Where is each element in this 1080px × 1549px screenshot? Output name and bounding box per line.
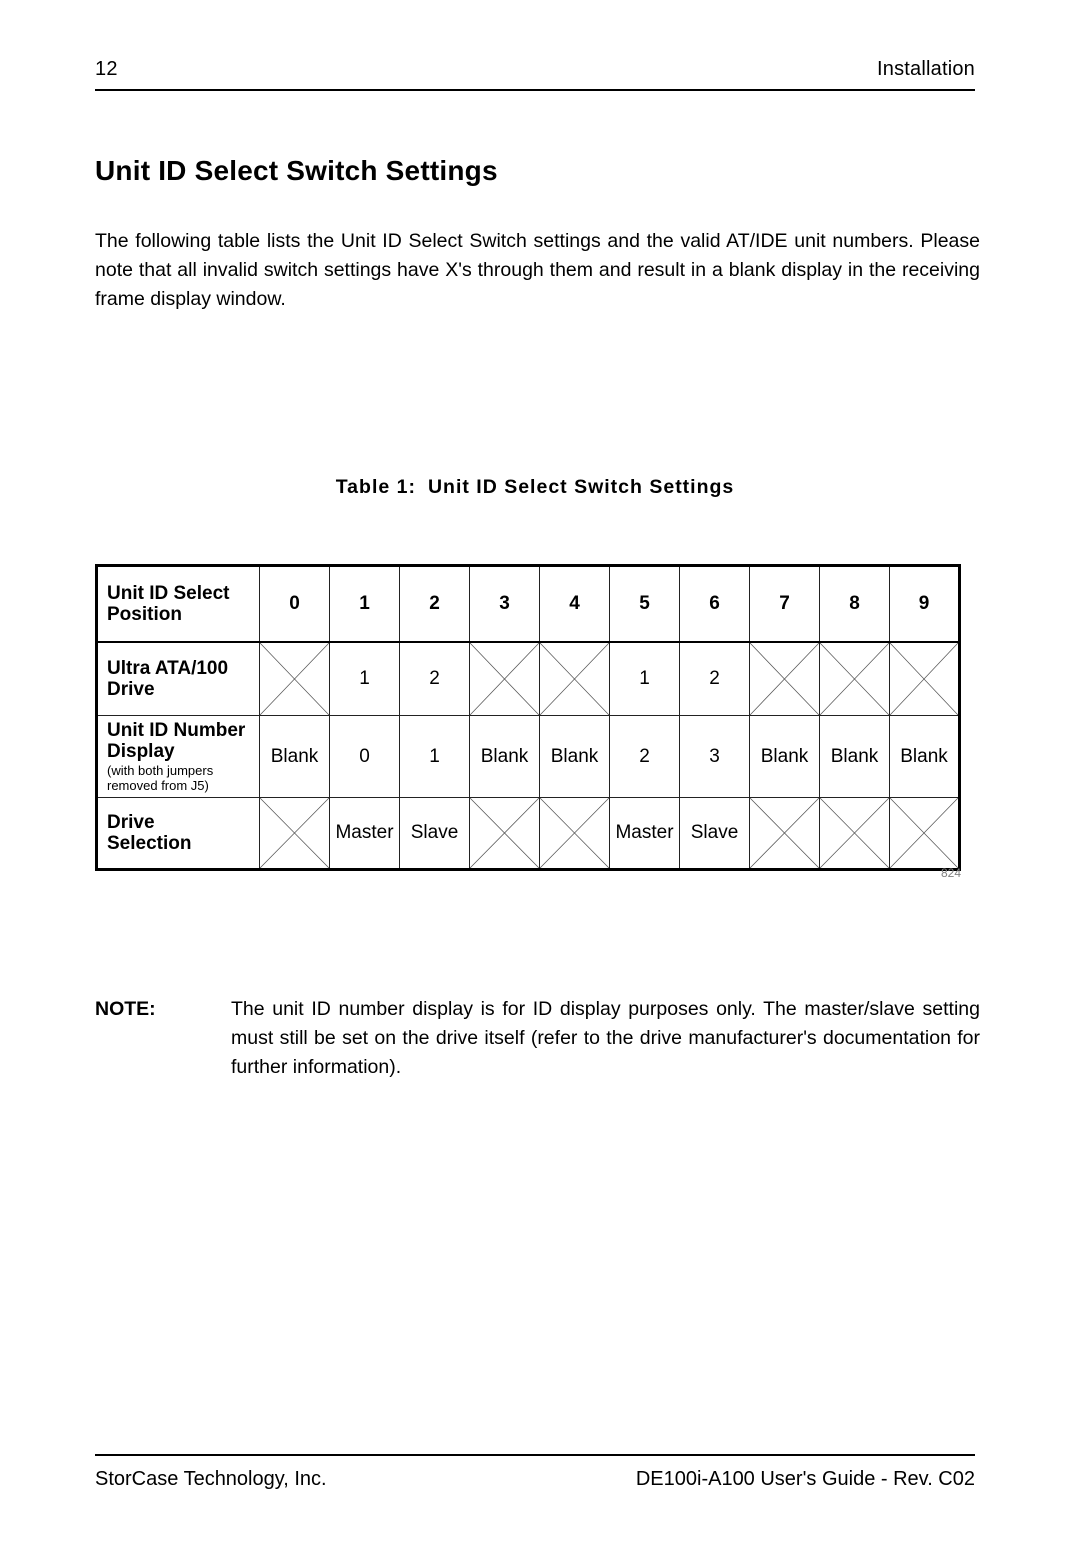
figure-reference-number: 824 [940,866,961,880]
cell-display-0: Blank [259,715,330,798]
row-header-ultra-ata-drive: Ultra ATA/100 Drive [95,641,260,716]
note-text: The unit ID number display is for ID dis… [231,998,980,1078]
document-page: 12 Installation Unit ID Select Switch Se… [0,0,1080,1549]
row-header-drive-selection: Drive Selection [95,797,260,871]
intro-paragraph: The following table lists the Unit ID Se… [95,230,980,310]
row-header-selection-line2: Selection [107,833,192,854]
note-label: NOTE: [95,998,156,1020]
cell-ata-7-invalid-x-icon [749,641,820,716]
footer-company: StorCase Technology, Inc. [95,1468,327,1490]
row-header-position: Unit ID Select Position [95,564,260,643]
footer-rule [95,1454,975,1456]
cell-display-6: 3 [679,715,750,798]
intro-paragraph-block: The following table lists the Unit ID Se… [95,227,980,314]
row-header-display-line1: Unit ID Number [107,720,246,741]
cell-ata-2: 2 [399,641,470,716]
table-row: Unit ID Number Display (with both jumper… [95,715,961,798]
row-header-display-sub-line2: removed from J5) [107,778,209,793]
table-caption-title: Unit ID Select Switch Settings [427,476,735,498]
note-block: NOTE: The unit ID number display is for … [95,995,980,1082]
footer-document: DE100i-A100 User's Guide - Rev. C02 [635,1468,975,1490]
page-footer: StorCase Technology, Inc. DE100i-A100 Us… [95,1454,975,1491]
header-section-name: Installation [876,58,975,80]
cell-selection-1: Master [329,797,400,871]
row-header-position-line2: Position [107,604,182,625]
row-header-selection-line1: Drive [107,812,155,833]
cell-display-2: 1 [399,715,470,798]
cell-ata-6: 2 [679,641,750,716]
cell-display-1: 0 [329,715,400,798]
cell-ata-3-invalid-x-icon [469,641,540,716]
column-header-3: 3 [469,564,540,643]
cell-ata-0-invalid-x-icon [259,641,330,716]
row-header-display-line2: Display [107,741,175,762]
cell-display-8: Blank [819,715,890,798]
column-header-2: 2 [399,564,470,643]
cell-selection-0-invalid-x-icon [259,797,330,871]
cell-selection-4-invalid-x-icon [539,797,610,871]
cell-ata-5: 1 [609,641,680,716]
cell-selection-5: Master [609,797,680,871]
header-rule [95,89,975,91]
cell-display-7: Blank [749,715,820,798]
column-header-9: 9 [889,564,961,643]
column-header-5: 5 [609,564,680,643]
column-header-6: 6 [679,564,750,643]
cell-ata-4-invalid-x-icon [539,641,610,716]
column-header-7: 7 [749,564,820,643]
column-header-4: 4 [539,564,610,643]
page-number: 12 [95,58,118,80]
row-header-display-subnote: (with both jumpers removed from J5) [107,763,253,793]
cell-selection-2: Slave [399,797,470,871]
cell-display-9: Blank [889,715,961,798]
cell-display-4: Blank [539,715,610,798]
cell-selection-7-invalid-x-icon [749,797,820,871]
row-header-display-sub-line1: (with both jumpers [107,763,214,778]
column-header-8: 8 [819,564,890,643]
column-header-1: 1 [329,564,400,643]
cell-ata-9-invalid-x-icon [889,641,961,716]
page-header: 12 Installation [95,58,975,91]
table-caption: Table 1: Unit ID Select Switch Settings [95,476,975,499]
cell-selection-3-invalid-x-icon [469,797,540,871]
row-header-ata-line1: Ultra ATA/100 [107,658,229,679]
cell-display-3: Blank [469,715,540,798]
row-header-unit-id-number-display: Unit ID Number Display (with both jumper… [95,715,260,798]
column-header-0: 0 [259,564,330,643]
cell-ata-8-invalid-x-icon [819,641,890,716]
unit-id-select-switch-table: Unit ID Select Position 0 1 2 3 4 5 6 7 … [95,564,961,871]
cell-selection-8-invalid-x-icon [819,797,890,871]
page-title: Unit ID Select Switch Settings [95,154,498,186]
cell-display-5: 2 [609,715,680,798]
table-header-row: Unit ID Select Position 0 1 2 3 4 5 6 7 … [95,564,961,643]
cell-selection-6: Slave [679,797,750,871]
table-row: Drive Selection Master Slave Master Slav… [95,797,961,871]
row-header-ata-line2: Drive [107,679,155,700]
table-caption-label: Table 1: [335,476,416,498]
cell-ata-1: 1 [329,641,400,716]
row-header-position-line1: Unit ID Select [107,583,230,604]
table-row: Ultra ATA/100 Drive 1 2 1 2 [95,641,961,716]
cell-selection-9-invalid-x-icon [889,797,961,871]
